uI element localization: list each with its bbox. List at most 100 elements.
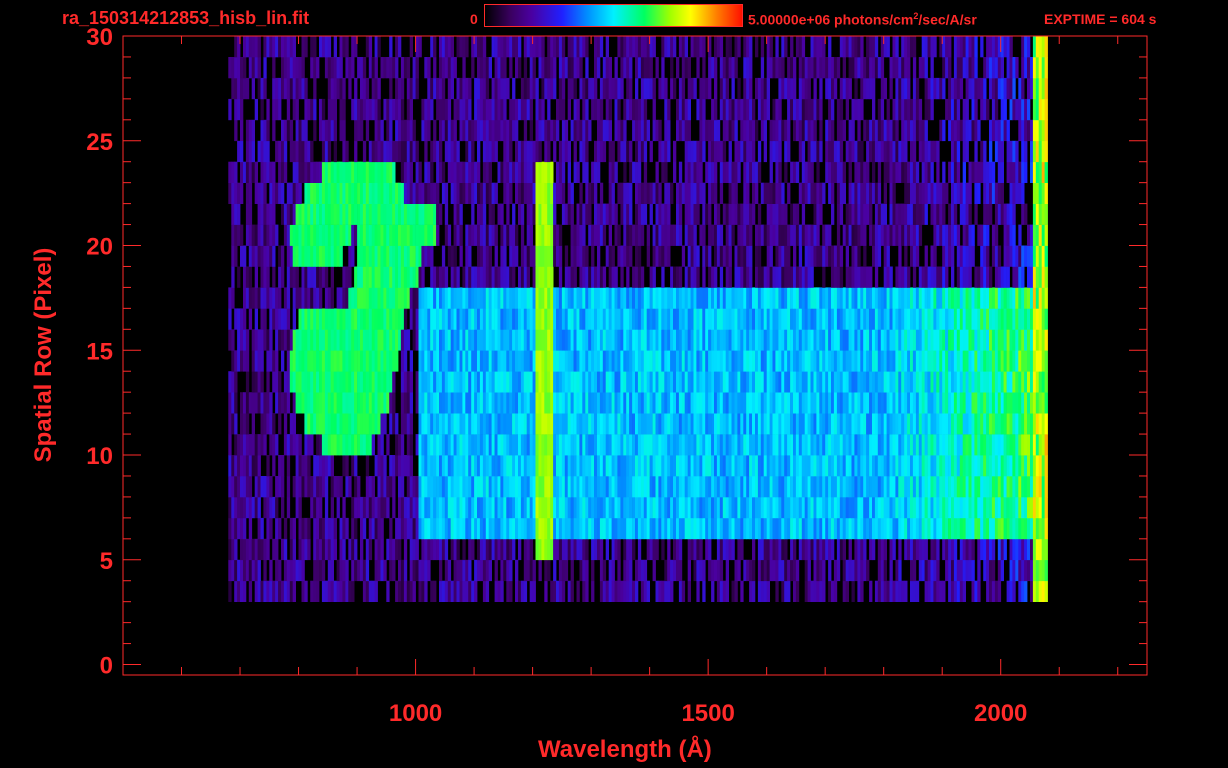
heatmap-cell: [515, 308, 519, 330]
heatmap-cell: [333, 413, 337, 435]
heatmap-cell: [272, 161, 276, 183]
heatmap-cell: [948, 413, 952, 435]
heatmap-cell: [795, 413, 800, 435]
heatmap-cell: [482, 538, 487, 561]
heatmap-cell: [895, 308, 899, 330]
heatmap-cell: [509, 413, 513, 435]
heatmap-cell: [456, 434, 460, 456]
heatmap-cell: [772, 224, 776, 246]
heatmap-cell: [283, 538, 288, 561]
heatmap-cell: [482, 203, 487, 225]
heatmap-cell: [368, 224, 373, 246]
heatmap-cell: [594, 455, 598, 477]
heatmap-cell: [810, 455, 814, 477]
heatmap-cell: [907, 371, 911, 393]
heatmap-cell: [357, 350, 361, 372]
heatmap-cell: [757, 538, 762, 561]
heatmap-cell: [951, 455, 955, 477]
heatmap-cell: [444, 266, 449, 288]
heatmap-cell: [646, 455, 650, 477]
heatmap-cell: [971, 434, 975, 456]
heatmap-cell: [740, 266, 744, 288]
heatmap-cell: [263, 413, 267, 435]
heatmap-cell: [316, 329, 320, 351]
heatmap-cell: [240, 182, 244, 204]
heatmap-cell: [769, 559, 773, 582]
heatmap-cell: [544, 517, 548, 540]
heatmap-cell: [623, 538, 627, 561]
heatmap-cell: [951, 329, 955, 351]
heatmap-cell: [693, 371, 697, 393]
heatmap-cell: [781, 329, 785, 351]
heatmap-cell: [465, 413, 469, 435]
heatmap-cell: [424, 517, 428, 540]
heatmap-cell: [664, 392, 668, 414]
heatmap-cell: [418, 245, 422, 267]
heatmap-cell: [807, 350, 811, 372]
heatmap-cell: [951, 580, 955, 602]
heatmap-cell: [362, 245, 367, 267]
heatmap-cell: [986, 329, 990, 351]
heatmap-cell: [828, 308, 832, 330]
heatmap-cell: [564, 266, 569, 288]
heatmap-cell: [646, 224, 650, 246]
heatmap-cell: [585, 434, 589, 456]
heatmap-cell: [1009, 476, 1013, 498]
heatmap-cell: [951, 182, 955, 204]
heatmap-cell: [377, 455, 381, 477]
heatmap-cell: [240, 245, 244, 267]
heatmap-cell: [257, 371, 261, 393]
heatmap-cell: [790, 559, 794, 582]
heatmap-cell: [886, 392, 890, 414]
heatmap-cell: [479, 224, 484, 246]
heatmap-cell: [564, 350, 569, 372]
heatmap-cell: [260, 434, 264, 456]
heatmap-cell: [989, 455, 993, 477]
heatmap-cell: [342, 350, 346, 372]
heatmap-cell: [570, 559, 574, 582]
heatmap-cell: [1009, 203, 1013, 225]
heatmap-cell: [772, 308, 776, 330]
heatmap-cell: [912, 559, 917, 582]
heatmap-cell: [731, 350, 735, 372]
heatmap-cell: [494, 413, 498, 435]
heatmap-cell: [439, 203, 443, 225]
heatmap-cell: [731, 287, 735, 309]
heatmap-cell: [801, 392, 806, 414]
heatmap-cell: [342, 329, 346, 351]
heatmap-cell: [339, 517, 343, 540]
heatmap-cell: [673, 517, 677, 540]
heatmap-cell: [444, 559, 449, 582]
heatmap-cell: [924, 329, 928, 351]
heatmap-cell: [532, 371, 536, 393]
heatmap-cell: [298, 455, 302, 477]
heatmap-cell: [512, 538, 516, 561]
heatmap-cell: [427, 245, 431, 267]
heatmap-cell: [637, 538, 642, 561]
heatmap-cell: [450, 517, 454, 540]
heatmap-cell: [854, 203, 858, 225]
heatmap-cell: [623, 182, 627, 204]
heatmap-cell: [403, 538, 408, 561]
heatmap-cell: [547, 329, 551, 351]
heatmap-cell: [1044, 329, 1048, 351]
heatmap-cell: [231, 350, 235, 372]
heatmap-cell: [582, 538, 586, 561]
heatmap-cell: [833, 517, 838, 540]
heatmap-cell: [240, 538, 244, 561]
heatmap-cell: [822, 496, 826, 519]
heatmap-cell: [810, 287, 814, 309]
heatmap-cell: [371, 266, 375, 288]
heatmap-cell: [778, 517, 782, 540]
heatmap-cell: [626, 266, 630, 288]
heatmap-cell: [386, 308, 390, 330]
heatmap-cell: [737, 455, 741, 477]
heatmap-cell: [658, 413, 662, 435]
heatmap-cell: [801, 182, 806, 204]
heatmap-cell: [547, 182, 551, 204]
heatmap-cell: [752, 371, 756, 393]
heatmap-cell: [558, 538, 563, 561]
heatmap-cell: [392, 245, 396, 267]
heatmap-cell: [558, 224, 563, 246]
heatmap-cell: [403, 203, 408, 225]
